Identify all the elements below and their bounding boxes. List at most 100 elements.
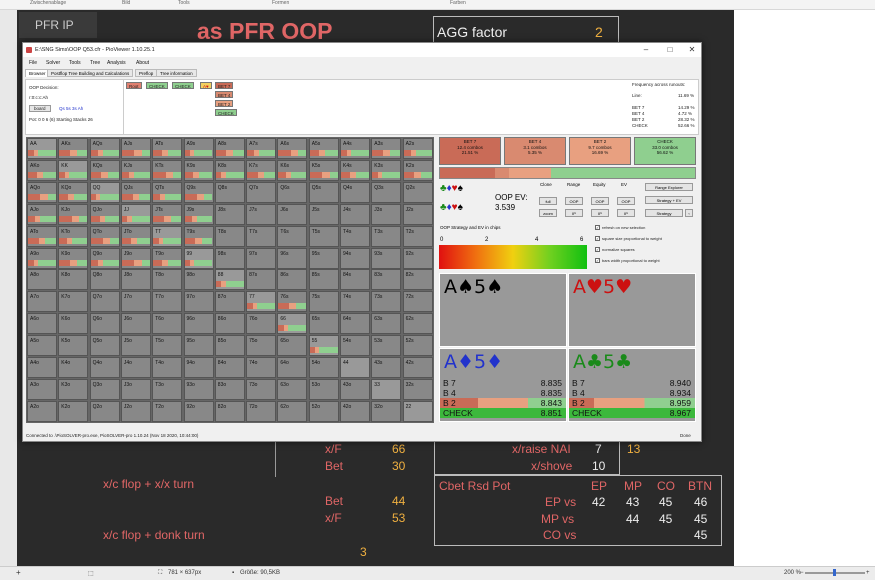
range-cell[interactable]: T5s xyxy=(308,225,339,247)
range-cell[interactable]: 76o xyxy=(246,313,277,335)
range-cell[interactable]: K4o xyxy=(58,357,89,378)
ev-ip-button[interactable]: IP xyxy=(617,209,635,217)
range-cell[interactable]: KJs xyxy=(120,159,151,181)
range-cell[interactable]: T7s xyxy=(246,225,277,247)
zoom-in-icon[interactable]: + xyxy=(866,570,870,576)
range-cell[interactable]: T2s xyxy=(402,225,433,247)
range-cell[interactable]: 95s xyxy=(308,247,339,269)
range-cell[interactable]: 77 xyxy=(246,291,277,313)
range-cell[interactable]: A5o xyxy=(27,335,57,357)
range-cell[interactable]: 86s xyxy=(277,269,308,291)
ribbon-colors[interactable]: Farben xyxy=(450,0,466,6)
range-cell[interactable]: 63s xyxy=(371,313,402,335)
range-cell[interactable]: Q6o xyxy=(89,313,120,335)
range-cell[interactable]: Q5s xyxy=(308,181,339,203)
range-cell[interactable]: J5s xyxy=(308,203,339,225)
menu-analysis[interactable]: Analysis xyxy=(107,60,126,66)
range-cell[interactable]: K4s xyxy=(340,159,370,181)
range-explorer-button[interactable]: Range Explorer xyxy=(645,183,693,191)
range-cell[interactable]: JJ xyxy=(120,203,151,225)
range-cell[interactable]: KTo xyxy=(58,225,89,247)
strategy-bet2[interactable]: BET 2 9.7 combos 16.69 % xyxy=(569,137,631,165)
range-cell[interactable]: 33 xyxy=(371,378,402,400)
range-cell[interactable]: 43o xyxy=(340,378,370,400)
strategy-bet4[interactable]: BET 4 3.1 combos 5.35 % xyxy=(504,137,566,165)
back-button[interactable]: ‹ xyxy=(685,209,693,217)
range-cell[interactable]: T7o xyxy=(152,291,183,313)
range-cell[interactable]: 94o xyxy=(183,357,214,378)
add-icon[interactable]: + xyxy=(16,568,21,577)
suit-filter-row2[interactable]: ♣♦♥♠ xyxy=(440,203,463,213)
range-cell[interactable]: 73s xyxy=(371,291,402,313)
range-cell[interactable]: A9o xyxy=(27,247,57,269)
range-cell[interactable]: A7s xyxy=(246,138,277,159)
range-cell[interactable]: 64s xyxy=(340,313,370,335)
range-cell[interactable]: J2o xyxy=(120,400,151,422)
range-cell[interactable]: T8o xyxy=(152,269,183,291)
range-cell[interactable]: 88 xyxy=(214,269,245,291)
range-cell[interactable]: JTo xyxy=(120,225,151,247)
range-cell[interactable]: 75s xyxy=(308,291,339,313)
range-cell[interactable]: K2o xyxy=(58,400,89,422)
range-cell[interactable]: AQs xyxy=(89,138,120,159)
range-cell[interactable]: J8o xyxy=(120,269,151,291)
range-cell[interactable]: KQs xyxy=(89,159,120,181)
range-cell[interactable]: 75o xyxy=(246,335,277,357)
checkbox-normalize[interactable]: ✓ normalize squares xyxy=(595,247,635,253)
range-cell[interactable]: Q9o xyxy=(89,247,120,269)
range-cell[interactable]: 98s xyxy=(214,247,245,269)
range-cell[interactable]: K2s xyxy=(402,159,433,181)
range-cell[interactable]: 85o xyxy=(214,335,245,357)
range-cell[interactable]: Q4s xyxy=(340,181,370,203)
range-cell[interactable]: 32s xyxy=(402,378,433,400)
range-cell[interactable]: KJo xyxy=(58,203,89,225)
range-cell[interactable]: 82o xyxy=(214,400,245,422)
range-cell[interactable]: 42s xyxy=(402,357,433,378)
range-cell[interactable]: Q9s xyxy=(183,181,214,203)
range-cell[interactable]: Q7o xyxy=(89,291,120,313)
range-cell[interactable]: J6s xyxy=(277,203,308,225)
range-cell[interactable]: T6s xyxy=(277,225,308,247)
range-cell[interactable]: J3s xyxy=(371,203,402,225)
range-cell[interactable]: 97s xyxy=(246,247,277,269)
tree-node-check[interactable]: CHECK xyxy=(215,109,237,116)
range-cell[interactable]: AA xyxy=(27,138,57,159)
zoom-slider-thumb[interactable] xyxy=(833,569,836,576)
range-cell[interactable]: 74o xyxy=(246,357,277,378)
range-cell[interactable]: Q3s xyxy=(371,181,402,203)
range-cell[interactable]: T9o xyxy=(152,247,183,269)
range-cell[interactable]: 83o xyxy=(214,378,245,400)
range-cell[interactable]: 42o xyxy=(340,400,370,422)
range-cell[interactable]: 94s xyxy=(340,247,370,269)
tree-node-bet4[interactable]: BET 4 xyxy=(215,91,234,98)
range-cell[interactable]: 96s xyxy=(277,247,308,269)
hand-diamonds[interactable]: A♦5♦ B 7 8.835 B 4 8.835 B 2 8.843 CHECK 8.8… xyxy=(439,348,567,422)
tab-postflop-tree[interactable]: Postflop Tree Building and Calculations xyxy=(47,69,134,77)
tab-preflop[interactable]: Preflop xyxy=(135,69,158,77)
range-cell[interactable]: 44 xyxy=(340,357,370,378)
zoom-slider[interactable] xyxy=(805,569,865,576)
range-cell[interactable]: 74s xyxy=(340,291,370,313)
range-ip-button[interactable]: IP xyxy=(565,209,583,217)
range-cell[interactable]: Q8s xyxy=(214,181,245,203)
range-cell[interactable]: 93o xyxy=(183,378,214,400)
zoom-out-icon[interactable]: − xyxy=(800,570,804,576)
checkbox-bars-width[interactable]: ✓ bars width proportional to weight xyxy=(595,258,660,264)
menu-tools[interactable]: Tools xyxy=(69,60,81,66)
range-cell[interactable]: 54s xyxy=(340,335,370,357)
range-cell[interactable]: A9s xyxy=(183,138,214,159)
range-cell[interactable]: 66 xyxy=(277,313,308,335)
range-cell[interactable]: KQo xyxy=(58,181,89,203)
tree-node-check[interactable]: CHECK xyxy=(172,82,194,89)
range-cell[interactable]: 87o xyxy=(214,291,245,313)
range-cell[interactable]: 52o xyxy=(308,400,339,422)
menu-about[interactable]: About xyxy=(136,60,149,66)
range-oop-button[interactable]: OOP xyxy=(565,197,583,205)
range-cell[interactable]: J7o xyxy=(120,291,151,313)
range-cell[interactable]: 62s xyxy=(402,313,433,335)
range-cell[interactable]: 64o xyxy=(277,357,308,378)
range-cell[interactable]: K5s xyxy=(308,159,339,181)
range-cell[interactable]: QJo xyxy=(89,203,120,225)
range-cell[interactable]: J5o xyxy=(120,335,151,357)
equity-ip-button[interactable]: IP xyxy=(591,209,609,217)
